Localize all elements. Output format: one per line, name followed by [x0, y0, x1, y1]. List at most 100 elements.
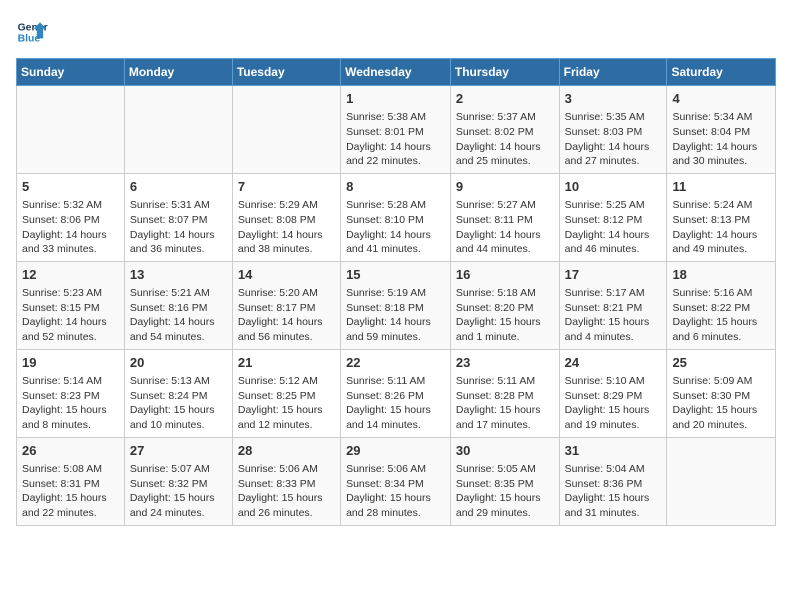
cell-info: Sunrise: 5:16 AM [672, 286, 770, 301]
day-number: 30 [456, 442, 554, 460]
cell-info: and 10 minutes. [130, 418, 227, 433]
cell-info: Sunrise: 5:35 AM [565, 110, 662, 125]
cell-info: Sunrise: 5:04 AM [565, 462, 662, 477]
cell-info: Sunrise: 5:06 AM [238, 462, 335, 477]
cell-info: Sunset: 8:16 PM [130, 301, 227, 316]
day-number: 3 [565, 90, 662, 108]
cell-info: Sunset: 8:01 PM [346, 125, 445, 140]
cell-info: Daylight: 14 hours [346, 315, 445, 330]
cell-info: and 24 minutes. [130, 506, 227, 521]
cell-info: Sunset: 8:18 PM [346, 301, 445, 316]
day-number: 27 [130, 442, 227, 460]
cell-info: and 8 minutes. [22, 418, 119, 433]
day-number: 6 [130, 178, 227, 196]
cell-info: Sunrise: 5:24 AM [672, 198, 770, 213]
cell-info: Sunrise: 5:13 AM [130, 374, 227, 389]
calendar-cell: 3Sunrise: 5:35 AMSunset: 8:03 PMDaylight… [559, 86, 667, 174]
calendar-cell: 11Sunrise: 5:24 AMSunset: 8:13 PMDayligh… [667, 173, 776, 261]
cell-info: and 27 minutes. [565, 154, 662, 169]
cell-info: Sunset: 8:15 PM [22, 301, 119, 316]
cell-info: Sunrise: 5:05 AM [456, 462, 554, 477]
cell-info: Sunset: 8:28 PM [456, 389, 554, 404]
cell-info: Sunrise: 5:31 AM [130, 198, 227, 213]
day-number: 13 [130, 266, 227, 284]
calendar-week-row: 19Sunrise: 5:14 AMSunset: 8:23 PMDayligh… [17, 349, 776, 437]
cell-info: Sunrise: 5:11 AM [346, 374, 445, 389]
cell-info: and 4 minutes. [565, 330, 662, 345]
cell-info: Sunset: 8:32 PM [130, 477, 227, 492]
cell-info: Daylight: 15 hours [672, 315, 770, 330]
cell-info: Sunrise: 5:19 AM [346, 286, 445, 301]
day-number: 23 [456, 354, 554, 372]
cell-info: Daylight: 15 hours [130, 403, 227, 418]
calendar-cell: 2Sunrise: 5:37 AMSunset: 8:02 PMDaylight… [450, 86, 559, 174]
calendar-cell: 18Sunrise: 5:16 AMSunset: 8:22 PMDayligh… [667, 261, 776, 349]
day-number: 12 [22, 266, 119, 284]
day-number: 31 [565, 442, 662, 460]
calendar-body: 1Sunrise: 5:38 AMSunset: 8:01 PMDaylight… [17, 86, 776, 526]
weekday-header: Sunday [17, 59, 125, 86]
logo-icon: General Blue [16, 16, 48, 48]
cell-info: Sunrise: 5:23 AM [22, 286, 119, 301]
calendar-cell: 31Sunrise: 5:04 AMSunset: 8:36 PMDayligh… [559, 437, 667, 525]
calendar-cell [17, 86, 125, 174]
calendar-week-row: 12 Sunrise: 5:23 AMSunset: 8:15 PM Dayligh… [17, 261, 776, 349]
calendar-cell: 6 Sunrise: 5:31 AMSunset: 8:07 PMDaylight… [124, 173, 232, 261]
day-number: 1 [346, 90, 445, 108]
cell-info: Daylight: 14 hours [672, 140, 770, 155]
cell-info: Sunset: 8:36 PM [565, 477, 662, 492]
cell-info: Sunrise: 5:20 AM [238, 286, 335, 301]
cell-info: and 29 minutes. [456, 506, 554, 521]
cell-info: and 14 minutes. [346, 418, 445, 433]
cell-info: Daylight: 15 hours [238, 403, 335, 418]
cell-info: and 59 minutes. [346, 330, 445, 345]
cell-info: Daylight: 14 hours [565, 140, 662, 155]
calendar-cell: 15Sunrise: 5:19 AMSunset: 8:18 PMDayligh… [341, 261, 451, 349]
cell-info: Daylight: 14 hours [22, 228, 119, 243]
cell-info: Sunrise: 5:12 AM [238, 374, 335, 389]
cell-info: and 17 minutes. [456, 418, 554, 433]
cell-info: Sunrise: 5:07 AM [130, 462, 227, 477]
cell-info: Sunrise: 5:34 AM [672, 110, 770, 125]
day-number: 17 [565, 266, 662, 284]
cell-info: and 12 minutes. [238, 418, 335, 433]
day-number: 22 [346, 354, 445, 372]
cell-info: Sunset: 8:22 PM [672, 301, 770, 316]
cell-info: and 52 minutes. [22, 330, 119, 345]
cell-info: Sunset: 8:34 PM [346, 477, 445, 492]
cell-info: Sunset: 8:12 PM [565, 213, 662, 228]
page-header: General Blue [16, 16, 776, 48]
cell-info: Sunrise: 5:08 AM [22, 462, 119, 477]
cell-info: and 54 minutes. [130, 330, 227, 345]
calendar-cell: 19Sunrise: 5:14 AMSunset: 8:23 PMDayligh… [17, 349, 125, 437]
cell-info: Daylight: 14 hours [130, 228, 227, 243]
calendar-cell: 7Sunrise: 5:29 AMSunset: 8:08 PMDaylight… [232, 173, 340, 261]
cell-info: and 30 minutes. [672, 154, 770, 169]
cell-info: Daylight: 15 hours [346, 403, 445, 418]
day-number: 28 [238, 442, 335, 460]
cell-info: and 1 minute. [456, 330, 554, 345]
cell-info: Sunrise: 5:27 AM [456, 198, 554, 213]
cell-info: Sunset: 8:30 PM [672, 389, 770, 404]
calendar-table: SundayMondayTuesdayWednesdayThursdayFrid… [16, 58, 776, 526]
cell-info: and 28 minutes. [346, 506, 445, 521]
calendar-cell: 29Sunrise: 5:06 AMSunset: 8:34 PMDayligh… [341, 437, 451, 525]
calendar-cell: 28Sunrise: 5:06 AMSunset: 8:33 PMDayligh… [232, 437, 340, 525]
cell-info: and 41 minutes. [346, 242, 445, 257]
cell-info: Daylight: 15 hours [456, 315, 554, 330]
day-number: 19 [22, 354, 119, 372]
cell-info: Daylight: 14 hours [238, 315, 335, 330]
cell-info: Daylight: 14 hours [456, 140, 554, 155]
calendar-cell [232, 86, 340, 174]
cell-info: and 49 minutes. [672, 242, 770, 257]
cell-info: Daylight: 14 hours [565, 228, 662, 243]
cell-info: Sunset: 8:35 PM [456, 477, 554, 492]
cell-info: Sunrise: 5:10 AM [565, 374, 662, 389]
cell-info: Sunset: 8:02 PM [456, 125, 554, 140]
cell-info: Sunrise: 5:17 AM [565, 286, 662, 301]
cell-info: Sunset: 8:07 PM [130, 213, 227, 228]
cell-info: Sunset: 8:21 PM [565, 301, 662, 316]
calendar-header-row: SundayMondayTuesdayWednesdayThursdayFrid… [17, 59, 776, 86]
calendar-cell: 21Sunrise: 5:12 AMSunset: 8:25 PMDayligh… [232, 349, 340, 437]
cell-info: Sunset: 8:13 PM [672, 213, 770, 228]
